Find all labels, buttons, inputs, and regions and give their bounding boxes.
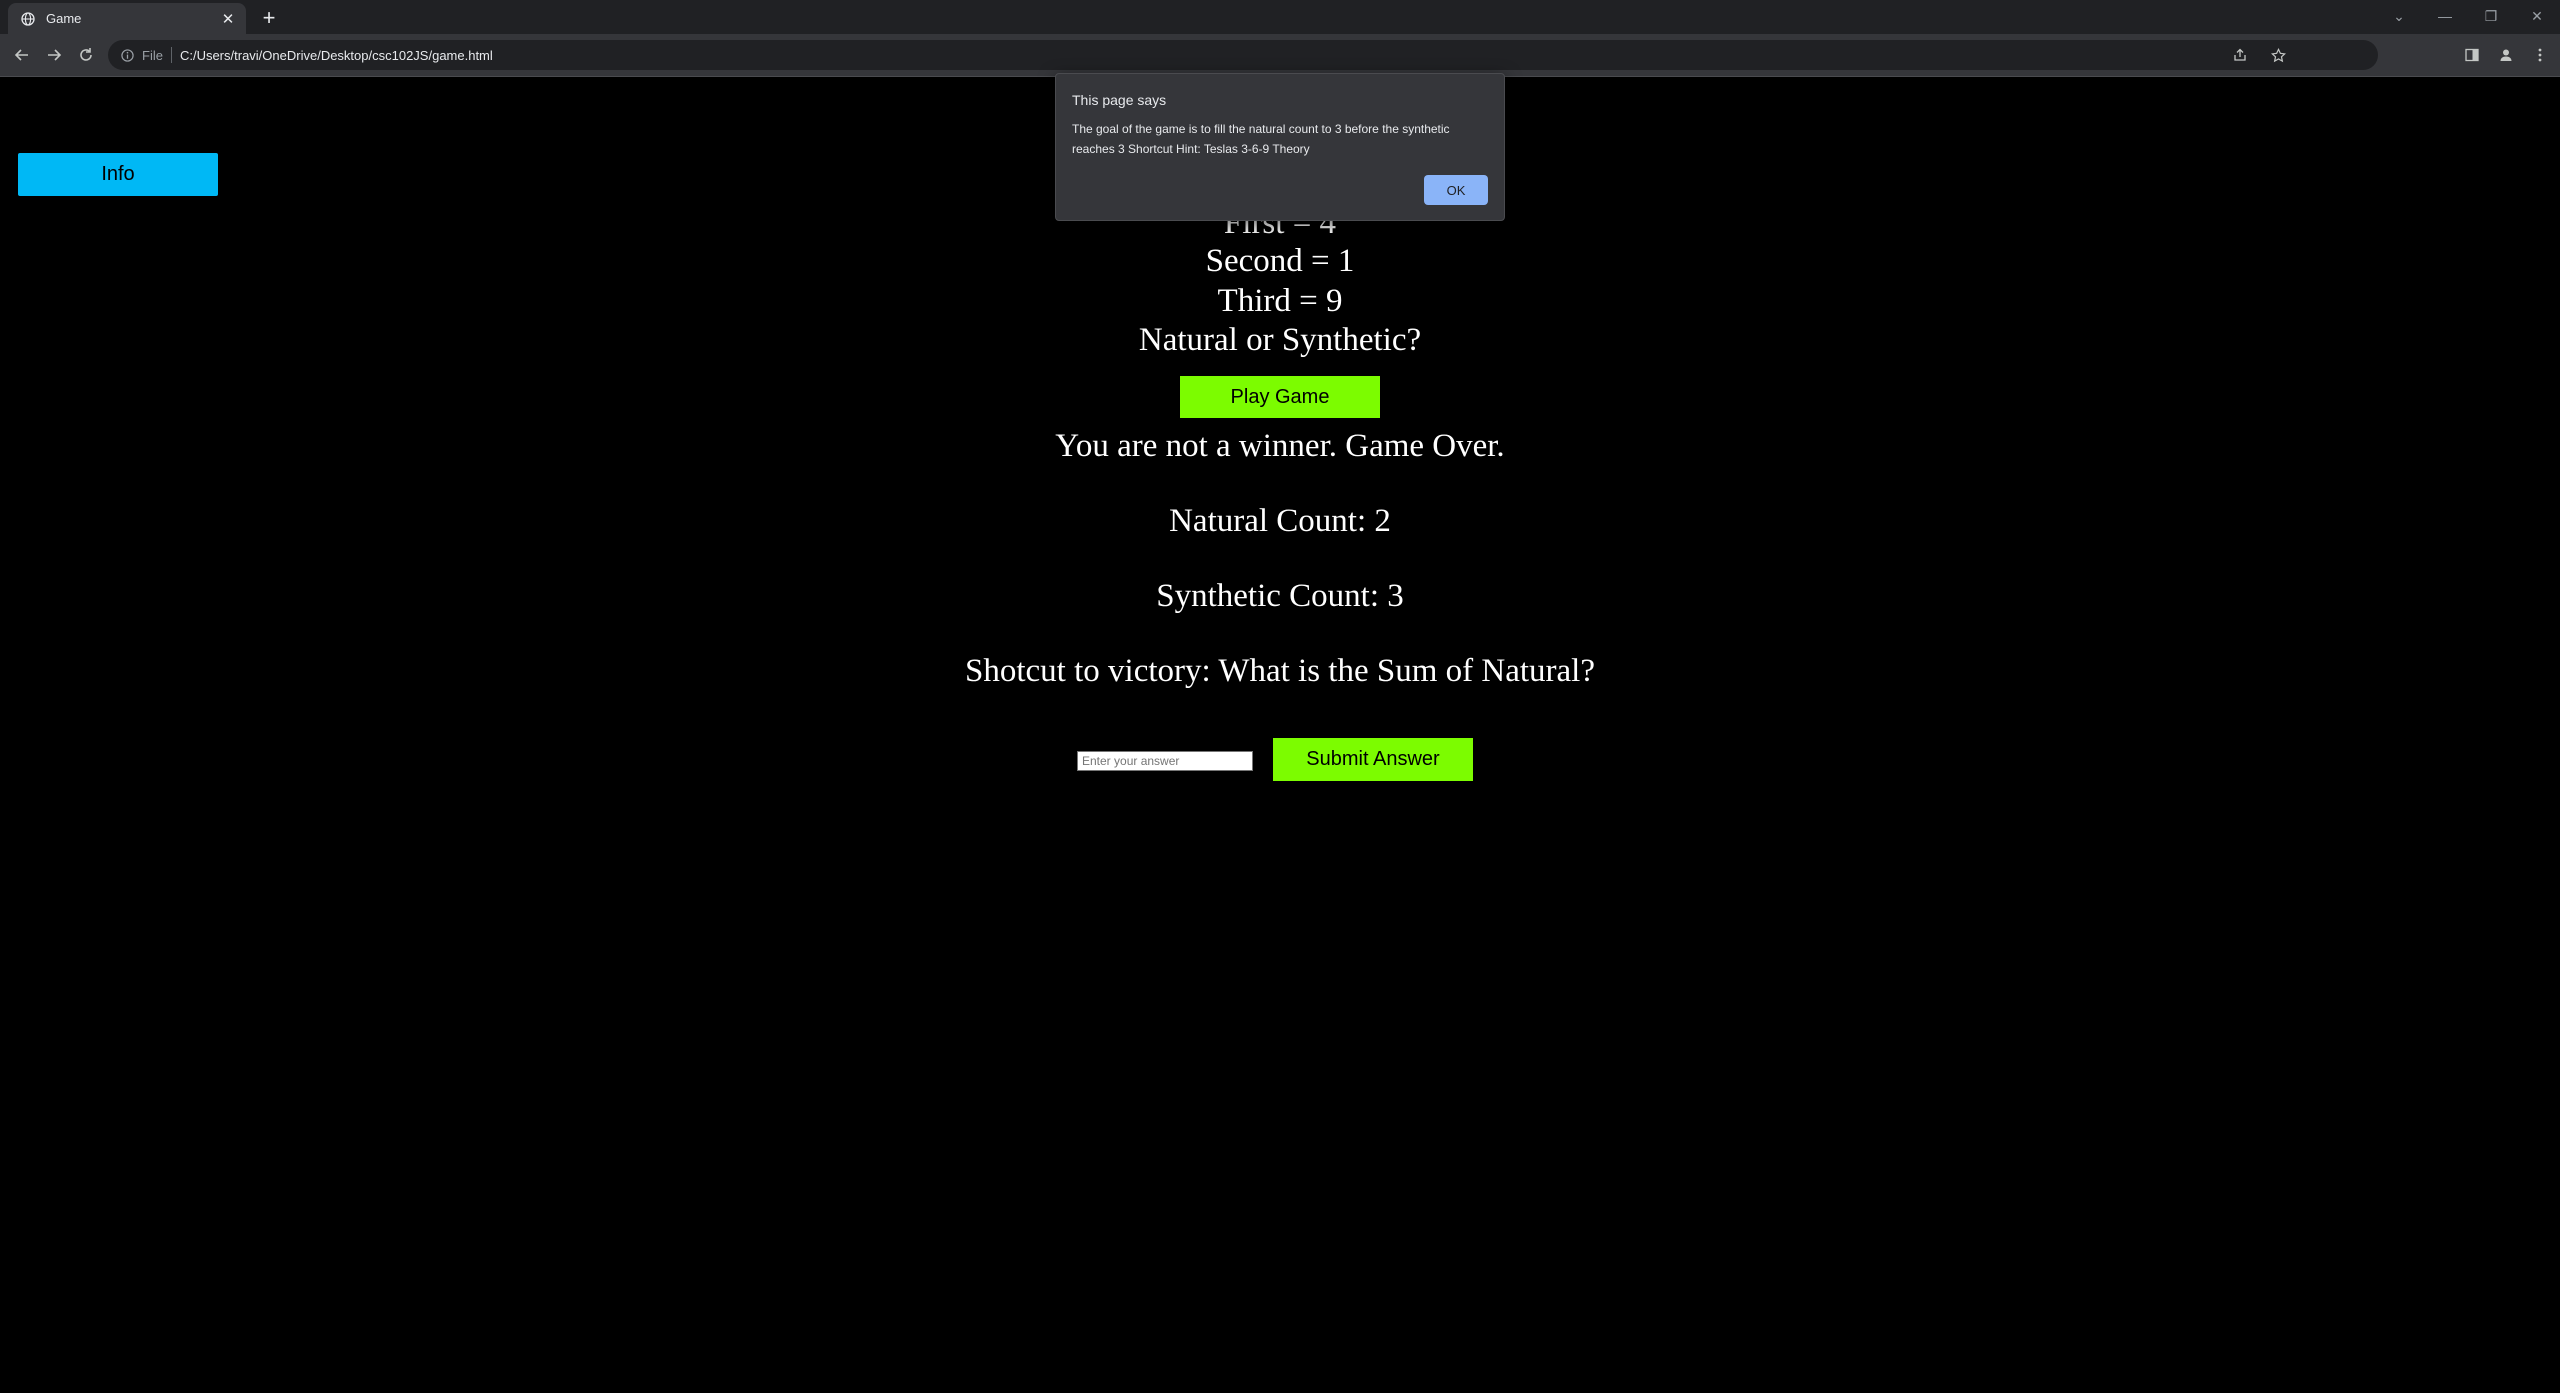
- window-controls: ⌄ — ❐ ✕: [2376, 0, 2560, 32]
- shortcut-question: Shotcut to victory: What is the Sum of N…: [965, 653, 1595, 689]
- profile-icon[interactable]: [2494, 43, 2518, 67]
- tab-strip: Game ✕ + ⌄ — ❐ ✕: [0, 0, 2560, 34]
- address-bar[interactable]: File C:/Users/travi/OneDrive/Desktop/csc…: [108, 40, 2378, 70]
- dialog-message: The goal of the game is to fill the natu…: [1072, 122, 1450, 156]
- alert-dialog: This page says The goal of the game is t…: [1055, 73, 1505, 221]
- play-game-button[interactable]: Play Game: [1180, 376, 1380, 418]
- url-scheme: File: [142, 47, 163, 63]
- forward-icon[interactable]: [42, 43, 66, 67]
- url-text: C:/Users/travi/OneDrive/Desktop/csc102JS…: [179, 47, 493, 63]
- result-text: You are not a winner. Game Over.: [1055, 428, 1505, 464]
- tab-title: Game: [46, 11, 82, 26]
- globe-icon: [20, 11, 36, 27]
- info-icon[interactable]: [120, 48, 134, 62]
- third-number: Third = 9: [1217, 283, 1343, 319]
- reload-icon[interactable]: [74, 43, 98, 67]
- page-viewport: Info First = 4 Second = 1 Third = 9 Natu…: [0, 77, 2560, 1393]
- minimize-icon[interactable]: —: [2422, 8, 2468, 24]
- dialog-title: This page says: [1072, 92, 1167, 108]
- restore-icon[interactable]: ❐: [2468, 8, 2514, 25]
- question-text: Natural or Synthetic?: [1138, 322, 1422, 358]
- share-icon[interactable]: [2228, 43, 2252, 67]
- browser-toolbar: File C:/Users/travi/OneDrive/Desktop/csc…: [0, 34, 2560, 77]
- omnibox-actions: [2228, 40, 2290, 70]
- second-number: Second = 1: [1205, 243, 1355, 279]
- natural-count: Natural Count: 2: [1169, 503, 1391, 539]
- url-separator: [170, 47, 172, 63]
- back-icon[interactable]: [10, 43, 34, 67]
- info-button[interactable]: Info: [18, 153, 218, 196]
- new-tab-icon[interactable]: +: [256, 5, 282, 31]
- close-tab-icon[interactable]: ✕: [216, 7, 240, 31]
- side-panel-icon[interactable]: [2460, 43, 2484, 67]
- bookmark-star-icon[interactable]: [2266, 43, 2290, 67]
- answer-input[interactable]: [1077, 751, 1253, 771]
- menu-kebab-icon[interactable]: [2528, 43, 2552, 67]
- close-window-icon[interactable]: ✕: [2514, 8, 2560, 25]
- submit-answer-button[interactable]: Submit Answer: [1273, 738, 1473, 781]
- browser-tab[interactable]: Game ✕: [8, 3, 246, 34]
- tab-search-icon[interactable]: ⌄: [2376, 8, 2422, 25]
- dialog-ok-button[interactable]: OK: [1424, 175, 1488, 205]
- synthetic-count: Synthetic Count: 3: [1156, 578, 1404, 614]
- toolbar-actions: [2460, 43, 2552, 67]
